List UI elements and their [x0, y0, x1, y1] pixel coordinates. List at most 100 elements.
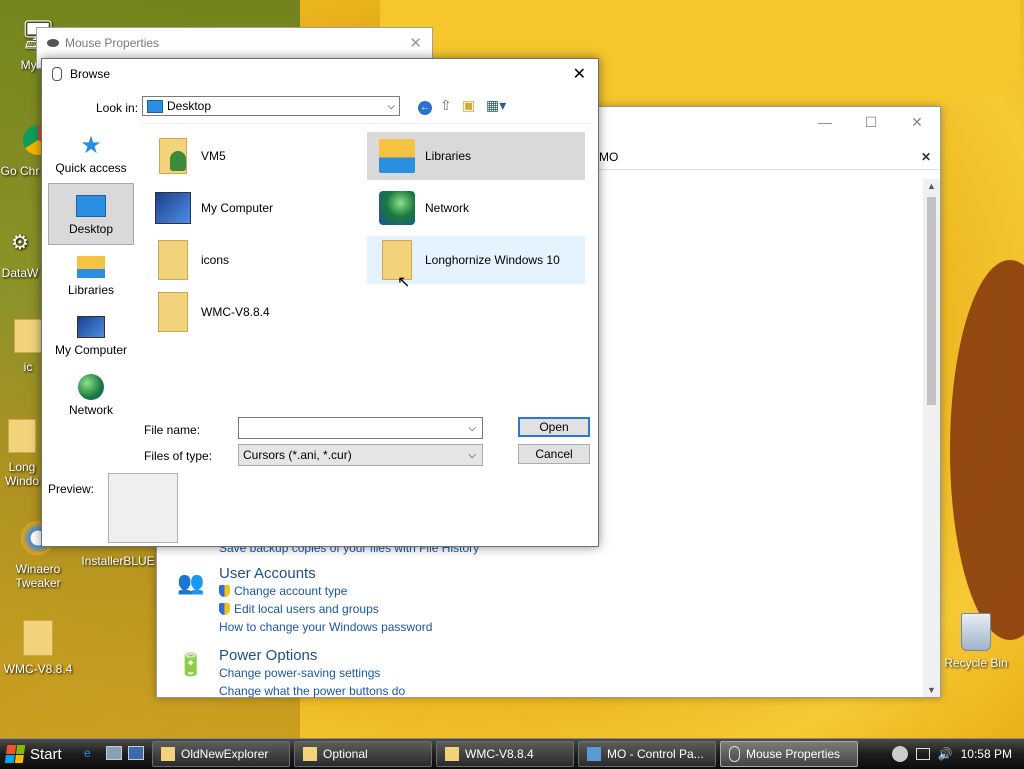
view-menu-icon[interactable]: ▦▾ [486, 97, 506, 114]
search-input[interactable]: MO [599, 150, 618, 164]
desktop-icon-dataw[interactable]: ⚙ DataW [0, 222, 40, 281]
task-control-panel[interactable]: MO - Control Pa... [578, 741, 716, 767]
close-button[interactable]: ✕ [409, 34, 422, 52]
task-wmc[interactable]: WMC-V8.8.4 [436, 741, 574, 767]
minimize-button[interactable]: — [802, 114, 848, 130]
file-item-network[interactable]: Network [367, 184, 585, 232]
shield-icon [219, 585, 230, 597]
power-buttons-link[interactable]: Change what the power buttons do [219, 682, 405, 700]
place-libraries[interactable]: Libraries [48, 245, 134, 305]
desktop-icon-label: DataW [1, 266, 39, 280]
browse-titlebar: Browse ✕ [42, 59, 598, 89]
libraries-icon [379, 136, 415, 176]
desktop-icon [147, 99, 163, 113]
new-folder-icon[interactable]: ▣ [462, 97, 475, 114]
start-button[interactable]: Start [0, 739, 76, 769]
app-icon: ⚙ [11, 231, 29, 254]
system-tray: 🔊 10:58 PM [891, 746, 1024, 762]
scrollbar-thumb[interactable] [927, 197, 936, 405]
task-mouse-properties[interactable]: Mouse Properties [720, 741, 858, 767]
start-label: Start [30, 745, 62, 763]
change-account-type-link[interactable]: Change account type [219, 582, 432, 600]
place-label: My Computer [54, 343, 128, 357]
desktop-icon-label: WMC-V8.8.4 [3, 662, 73, 676]
clock[interactable]: 10:58 PM [961, 747, 1012, 761]
folder-icon [18, 618, 58, 658]
libraries-icon [75, 253, 107, 281]
user-accounts-icon: 👥 [177, 570, 205, 595]
power-options-heading[interactable]: Power Options [219, 647, 405, 664]
edit-local-users-link[interactable]: Edit local users and groups [219, 600, 432, 618]
folder-icon [2, 416, 42, 456]
show-desktop-icon[interactable] [106, 746, 122, 760]
chevron-down-icon[interactable]: ⌵ [468, 423, 476, 434]
task-optional[interactable]: Optional [294, 741, 432, 767]
files-of-type-select[interactable]: Cursors (*.ani, *.cur) ⌵ [238, 444, 483, 466]
scrollbar[interactable]: ▲ ▼ [923, 179, 940, 697]
quick-launch: e [84, 746, 144, 762]
scroll-up-icon[interactable]: ▲ [923, 181, 940, 191]
control-panel-search[interactable]: MO ✕ [599, 145, 939, 170]
mouse-icon [52, 67, 62, 81]
chevron-down-icon[interactable]: ⌵ [468, 450, 476, 461]
change-password-link[interactable]: How to change your Windows password [219, 618, 432, 636]
maximize-button[interactable]: ☐ [848, 114, 894, 131]
file-name-label: File name: [144, 423, 201, 437]
file-name-input[interactable]: ⌵ [238, 417, 483, 439]
file-item-libraries[interactable]: Libraries [367, 132, 585, 180]
file-item-label: My Computer [201, 201, 274, 215]
open-button[interactable]: Open [518, 417, 590, 437]
place-my-computer[interactable]: My Computer [48, 305, 134, 365]
place-quick-access[interactable]: ★ Quick access [48, 123, 134, 183]
desktop-icon-label: InstallerBLUE [81, 554, 155, 568]
star-icon: ★ [80, 131, 102, 159]
desktop-icon-label: Go Chr [0, 164, 40, 178]
network-status-icon[interactable] [915, 748, 930, 760]
place-desktop[interactable]: Desktop [48, 183, 134, 245]
file-item-my-computer[interactable]: My Computer [143, 184, 361, 232]
file-item-wmc[interactable]: WMC-V8.8.4 [143, 288, 361, 336]
ie-icon[interactable]: e [84, 746, 100, 762]
browse-dialog: Browse ✕ Look in: Desktop ⌵ ← ⇧ ▣ ▦▾ ★ Q… [41, 58, 599, 547]
desktop-icon-longhornize[interactable]: Long Windo [0, 416, 44, 488]
file-item-vm5[interactable]: VM5 [143, 132, 361, 180]
mouse-icon [729, 746, 740, 762]
back-icon[interactable]: ← [418, 97, 432, 115]
mouse-pointer-icon: ↖ [397, 274, 411, 291]
desktop-icon-recycle-bin[interactable]: Recycle Bin [938, 612, 1014, 670]
close-button[interactable]: ✕ [894, 114, 940, 131]
user-accounts-heading[interactable]: User Accounts [219, 565, 432, 582]
task-oldnewexplorer[interactable]: OldNewExplorer [152, 741, 290, 767]
network-icon [75, 373, 107, 401]
place-network[interactable]: Network [48, 365, 134, 425]
folder-icon [445, 747, 459, 761]
control-panel-icon [587, 747, 601, 761]
desktop-icon-wmc[interactable]: WMC-V8.8.4 [0, 618, 76, 676]
shield-icon [219, 603, 230, 615]
place-label: Libraries [67, 283, 115, 297]
recycle-bin-icon [956, 612, 996, 652]
taskbar: Start e OldNewExplorer Optional WMC-V8.8… [0, 738, 1024, 769]
clear-search-icon[interactable]: ✕ [921, 150, 931, 164]
file-item-icons[interactable]: icons [143, 236, 361, 284]
chevron-down-icon[interactable]: ⌵ [387, 101, 395, 112]
power-saving-link[interactable]: Change power-saving settings [219, 664, 405, 682]
volume-icon[interactable]: 🔊 [938, 747, 953, 761]
place-label: Desktop [68, 222, 114, 236]
files-of-type-label: Files of type: [144, 449, 213, 463]
cancel-button[interactable]: Cancel [518, 444, 590, 464]
wallpaper-flower-center [950, 260, 1024, 640]
scroll-down-icon[interactable]: ▼ [923, 685, 940, 695]
tray-app-icon[interactable] [891, 746, 908, 762]
look-in-label: Look in: [96, 101, 139, 115]
desktop-icon [75, 192, 107, 220]
close-button[interactable]: ✕ [573, 64, 586, 84]
look-in-dropdown[interactable]: Desktop ⌵ [142, 96, 400, 116]
place-label: Network [68, 403, 113, 417]
file-item-label: Longhornize Windows 10 [425, 253, 560, 267]
mouse-properties-titlebar: Mouse Properties ✕ [37, 28, 432, 58]
switch-windows-icon[interactable] [128, 746, 144, 760]
up-folder-icon[interactable]: ⇧ [440, 97, 452, 114]
network-icon [379, 188, 415, 228]
file-item-label: Libraries [425, 149, 472, 163]
